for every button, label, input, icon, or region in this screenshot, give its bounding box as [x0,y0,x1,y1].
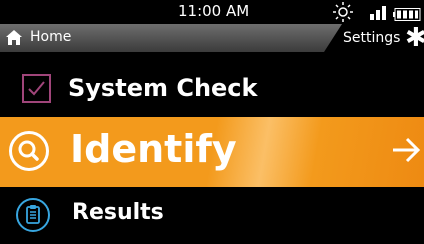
clipboard-icon [16,198,50,232]
arrow-right-icon[interactable] [391,135,421,169]
checkbox-icon[interactable] [22,74,51,103]
sun-icon [333,2,353,26]
settings-button[interactable]: Settings [343,30,400,46]
results-label[interactable]: Results [72,200,164,225]
status-time: 11:00 AM [178,2,250,20]
home-icon[interactable] [5,29,23,50]
system-check-label[interactable]: System Check [68,74,258,102]
system-check-item[interactable]: System Check [0,68,424,112]
search-icon [9,131,49,171]
results-item[interactable]: Results [0,193,424,237]
identify-label[interactable]: Identify [70,127,237,171]
home-label[interactable]: Home [30,29,71,45]
signal-icon [370,5,386,24]
nav-bar: Home Settings ✱ [0,24,424,52]
identify-item[interactable]: Identify [0,117,424,187]
asterisk-icon[interactable]: ✱ [405,25,424,51]
status-bar: 11:00 AM [0,0,424,24]
